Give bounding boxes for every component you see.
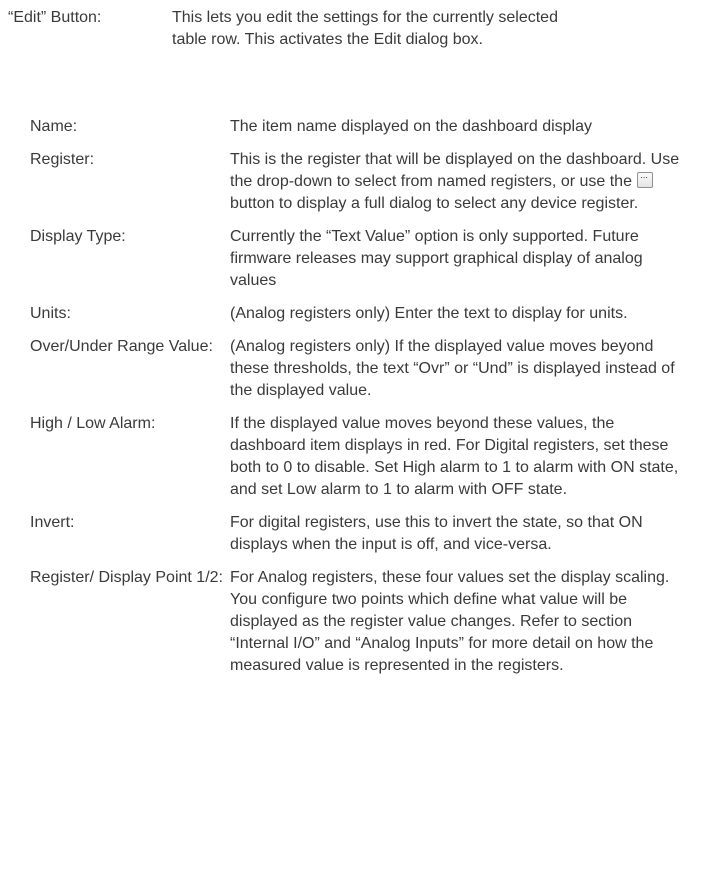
definition-row-units: Units: (Analog registers only) Enter the… [30, 303, 700, 325]
definition-row-register: Register: This is the register that will… [30, 149, 700, 215]
definition-row-invert: Invert: For digital registers, use this … [30, 512, 700, 556]
definition-description: For digital registers, use this to inver… [230, 514, 643, 553]
definition-term: Register/ Display Point 1/2: [30, 569, 223, 586]
definition-term: Over/Under Range Value: [30, 338, 213, 355]
definition-row-register-display-point: Register/ Display Point 1/2: For Analog … [30, 567, 700, 677]
definition-row-over-under-range: Over/Under Range Value: (Analog register… [30, 336, 700, 402]
definition-term: Units: [30, 305, 71, 322]
definition-row-high-low-alarm: High / Low Alarm: If the displayed value… [30, 413, 700, 501]
definition-row-display-type: Display Type: Currently the “Text Value”… [30, 226, 700, 292]
register-description-part-2: button to display a full dialog to selec… [230, 195, 639, 212]
definition-term: Invert: [30, 514, 75, 531]
definition-row-name: Name: The item name displayed on the das… [30, 116, 700, 138]
definition-term: Display Type: [30, 228, 126, 245]
edit-button-term: “Edit” Button: [8, 9, 102, 26]
register-description-part-1: This is the register that will be displa… [230, 151, 680, 190]
definition-term: Register: [30, 151, 95, 168]
document-page: “Edit” Button: This lets you edit the se… [0, 0, 708, 888]
definition-description: (Analog registers only) If the displayed… [230, 338, 675, 399]
definition-description: If the displayed value moves beyond thes… [230, 415, 679, 498]
definition-list: Name: The item name displayed on the das… [30, 116, 700, 688]
ellipsis-button-icon [637, 167, 654, 188]
definition-term: Name: [30, 118, 78, 135]
definition-description: The item name displayed on the dashboard… [230, 118, 592, 135]
edit-button-description: This lets you edit the settings for the … [172, 9, 558, 48]
definition-term: High / Low Alarm: [30, 415, 156, 432]
definition-description: For Analog registers, these four values … [230, 569, 670, 674]
definition-description: This is the register that will be displa… [230, 149, 690, 215]
definition-description: Currently the “Text Value” option is onl… [230, 228, 643, 289]
definition-description: (Analog registers only) Enter the text t… [230, 305, 628, 322]
